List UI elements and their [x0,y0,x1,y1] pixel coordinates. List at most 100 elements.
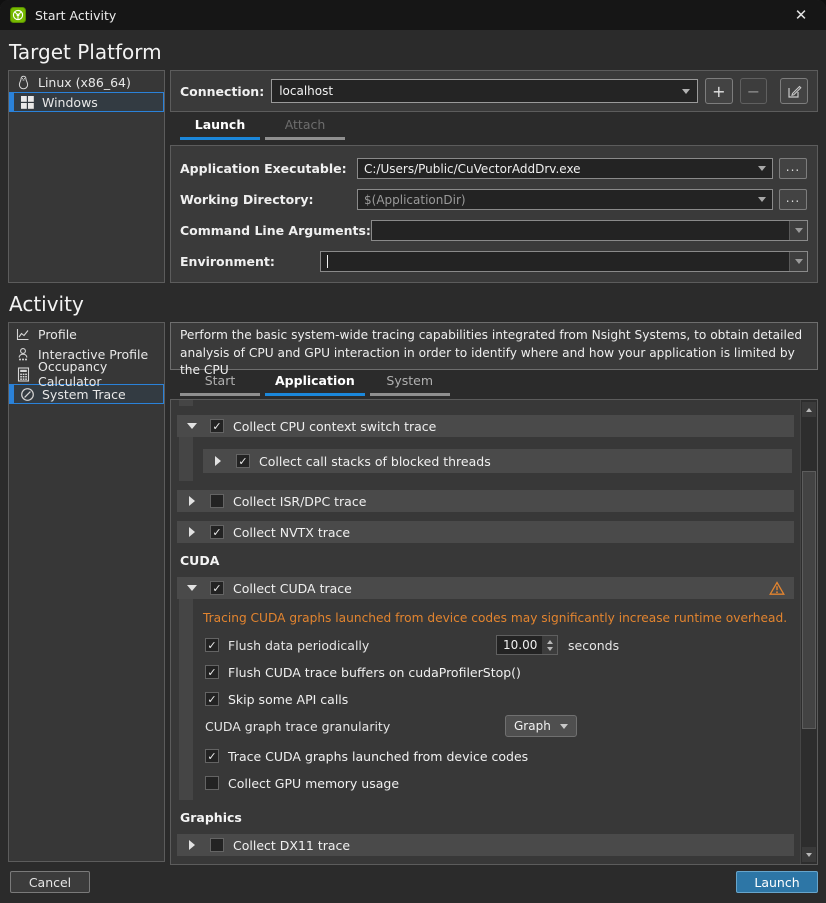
command-line-arguments-combobox[interactable] [371,220,808,241]
linux-tux-icon [15,74,31,90]
option-isr-dpc[interactable]: Collect ISR/DPC trace [177,490,794,512]
checkbox-isr-dpc[interactable] [210,494,224,508]
target-platform-heading: Target Platform [9,40,162,64]
cancel-button[interactable]: Cancel [10,871,90,893]
person-icon [15,346,31,362]
vertical-scrollbar[interactable] [800,400,817,864]
application-executable-row: Application Executable: C:/Users/Public/… [180,158,808,179]
browse-working-directory-button[interactable]: ... [779,189,807,210]
text-cursor [327,255,328,268]
window-title: Start Activity [35,8,116,23]
application-executable-combobox[interactable]: C:/Users/Public/CuVectorAddDrv.exe [357,158,773,179]
section-header-graphics: Graphics [180,810,794,825]
connection-label: Connection: [180,84,264,99]
tab-system[interactable]: System [370,371,450,396]
scroll-down-button[interactable] [802,847,816,862]
activity-item-label: Profile [38,327,77,342]
chevron-down-icon [758,197,766,202]
activity-description: Perform the basic system-wide tracing ca… [170,322,818,370]
checkbox-skip-api[interactable] [205,692,219,706]
activity-item-label: Occupancy Calculator [38,359,158,389]
flush-interval-spinner[interactable]: 10.00 [496,635,558,655]
start-activity-dialog: Start Activity ✕ Target Platform Linux (… [0,0,826,903]
checkbox-nvtx[interactable] [210,525,224,539]
option-nvtx[interactable]: Collect NVTX trace [177,521,794,543]
working-directory-combobox[interactable]: $(ApplicationDir) [357,189,773,210]
cpu-context-switch-children: Collect call stacks of blocked threads [177,437,794,481]
option-call-stacks[interactable]: Collect call stacks of blocked threads [203,449,792,473]
connection-combobox[interactable]: localhost [271,79,698,103]
connection-value: localhost [279,84,333,98]
window-titlebar: Start Activity ✕ [0,0,826,30]
application-executable-label: Application Executable: [180,161,357,176]
tab-application[interactable]: Application [265,371,365,396]
launch-button[interactable]: Launch [736,871,818,893]
command-line-arguments-row: Command Line Arguments: [180,220,808,241]
calculator-icon [15,366,31,382]
option-gpu-memory: Collect GPU memory usage [203,774,792,792]
platform-item-windows[interactable]: Windows [9,92,164,112]
platform-item-linux[interactable]: Linux (x86_64) [9,72,164,92]
application-executable-value: C:/Users/Public/CuVectorAddDrv.exe [364,162,581,176]
chevron-down-icon[interactable] [789,221,807,240]
expand-arrow-icon[interactable] [189,840,195,850]
platform-item-label: Windows [42,95,98,110]
expand-arrow-icon[interactable] [189,527,195,537]
checkbox-cuda-trace[interactable] [210,581,224,595]
working-directory-placeholder: $(ApplicationDir) [364,193,466,207]
platform-item-label: Linux (x86_64) [38,75,131,90]
flush-interval-value: 10.00 [497,636,542,654]
environment-combobox[interactable] [320,251,808,272]
remove-connection-button: − [740,78,768,104]
collapse-arrow-icon[interactable] [187,423,197,429]
graph-granularity-dropdown[interactable]: Graph [505,715,577,737]
option-trace-device-graphs: Trace CUDA graphs launched from device c… [203,747,792,765]
activity-item-profile[interactable]: Profile [9,324,164,344]
tab-attach: Attach [265,115,345,140]
chevron-down-icon [682,89,690,94]
trace-options-panel: Collect CPU context switch trace Collect… [170,399,818,865]
checkbox-trace-device-graphs[interactable] [205,749,219,763]
browse-executable-button[interactable]: ... [779,158,807,179]
tab-launch[interactable]: Launch [180,115,260,140]
activity-item-label: System Trace [42,387,126,402]
cuda-graphs-warning-text: Tracing CUDA graphs launched from device… [203,611,792,625]
checkbox-flush-buffers[interactable] [205,665,219,679]
edit-connection-button[interactable] [780,78,808,104]
option-flush-periodically: Flush data periodically 10.00 seconds [203,636,792,654]
option-flush-buffers: Flush CUDA trace buffers on cudaProfiler… [203,663,792,681]
cuda-trace-children: Tracing CUDA graphs launched from device… [177,599,794,800]
checkbox-call-stacks[interactable] [236,454,250,468]
option-skip-api: Skip some API calls [203,690,792,708]
checkbox-flush-periodically[interactable] [205,638,219,652]
connection-panel: Connection: localhost + − [170,70,818,112]
checkbox-dx11[interactable] [210,838,224,852]
close-icon[interactable]: ✕ [786,0,816,30]
expand-arrow-icon[interactable] [215,456,221,466]
scrollbar-thumb[interactable] [802,471,816,729]
chevron-down-icon [560,724,568,729]
activity-tabs: Start Application System [180,371,450,396]
indent-gutter [179,599,193,800]
activity-item-occupancy-calculator[interactable]: Occupancy Calculator [9,364,164,384]
spinner-arrows[interactable] [542,636,557,654]
activity-list: Profile Interactive Profile [8,322,165,862]
option-cuda-trace[interactable]: Collect CUDA trace [177,577,794,599]
option-cpu-context-switch[interactable]: Collect CPU context switch trace [177,415,794,437]
checkbox-gpu-memory[interactable] [205,776,219,790]
indent-gutter [179,437,193,481]
nsight-app-icon [10,7,26,23]
tab-start[interactable]: Start [180,371,260,396]
command-line-arguments-label: Command Line Arguments: [180,223,371,238]
scroll-up-button[interactable] [802,402,816,417]
expand-arrow-icon[interactable] [189,496,195,506]
chevron-down-icon[interactable] [789,252,807,271]
option-dx11[interactable]: Collect DX11 trace [177,834,794,856]
working-directory-label: Working Directory: [180,192,357,207]
graph-granularity-value: Graph [514,719,551,733]
clipped-row-fragment [179,400,193,406]
add-connection-button[interactable]: + [705,78,733,104]
profile-chart-icon [15,326,31,342]
checkbox-cpu-context-switch[interactable] [210,419,224,433]
collapse-arrow-icon[interactable] [187,585,197,591]
